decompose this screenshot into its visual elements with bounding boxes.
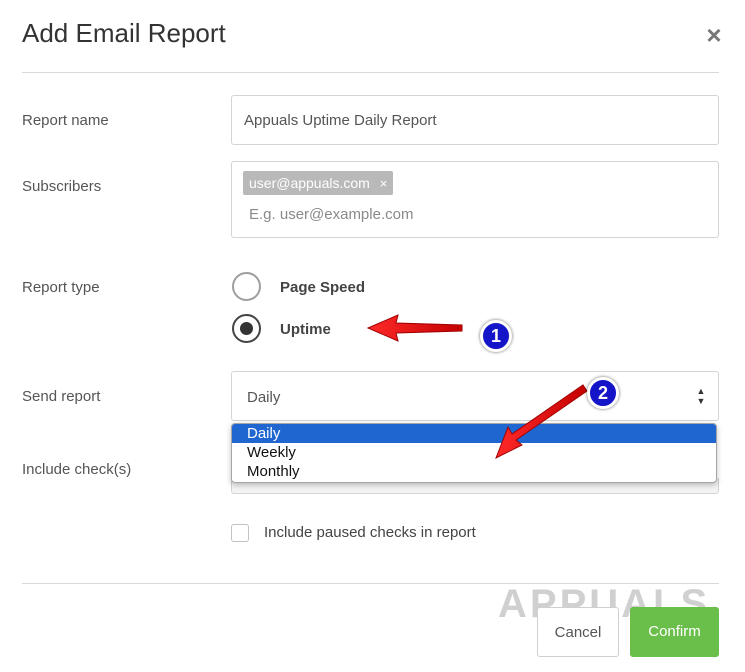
subscribers-input[interactable]: user@appuals.com × E.g. user@example.com bbox=[231, 161, 719, 238]
header-divider bbox=[22, 72, 719, 73]
include-paused-label[interactable]: Include paused checks in report bbox=[264, 524, 476, 541]
annotation-badge-2: 2 bbox=[587, 377, 619, 409]
arrow-to-uptime bbox=[366, 314, 463, 342]
include-checks-label: Include check(s) bbox=[22, 461, 132, 478]
radio-page-speed[interactable] bbox=[232, 272, 261, 301]
radio-selected-dot bbox=[240, 322, 253, 335]
report-type-label: Report type bbox=[22, 279, 100, 296]
radio-uptime-label[interactable]: Uptime bbox=[280, 321, 331, 338]
send-report-label: Send report bbox=[22, 388, 101, 405]
confirm-button[interactable]: Confirm bbox=[630, 607, 719, 657]
dropdown-option-monthly[interactable]: Monthly bbox=[232, 462, 716, 481]
radio-uptime[interactable] bbox=[232, 314, 261, 343]
remove-tag-icon[interactable]: × bbox=[380, 176, 388, 191]
send-report-dropdown: Daily Weekly Monthly bbox=[231, 423, 717, 483]
send-report-select[interactable]: Daily ▲ ▼ bbox=[231, 371, 719, 421]
footer-divider bbox=[22, 583, 719, 584]
select-arrows-icon: ▲ ▼ bbox=[696, 386, 706, 406]
send-report-value: Daily bbox=[247, 389, 281, 406]
report-name-input[interactable]: Appuals Uptime Daily Report bbox=[231, 95, 719, 145]
include-paused-checkbox[interactable] bbox=[231, 524, 249, 542]
modal-title: Add Email Report bbox=[22, 18, 226, 48]
subscriber-tag: user@appuals.com × bbox=[243, 171, 394, 195]
annotation-badge-1: 1 bbox=[480, 320, 512, 352]
report-name-label: Report name bbox=[22, 112, 109, 129]
subscriber-tag-label: user@appuals.com bbox=[249, 175, 370, 191]
subscribers-label: Subscribers bbox=[22, 178, 102, 195]
cancel-button[interactable]: Cancel bbox=[537, 607, 619, 657]
dropdown-option-daily[interactable]: Daily bbox=[232, 424, 716, 443]
close-icon[interactable]: × bbox=[703, 22, 725, 48]
dropdown-option-weekly[interactable]: Weekly bbox=[232, 443, 716, 462]
radio-page-speed-label[interactable]: Page Speed bbox=[280, 279, 365, 296]
subscribers-placeholder: E.g. user@example.com bbox=[249, 206, 414, 223]
